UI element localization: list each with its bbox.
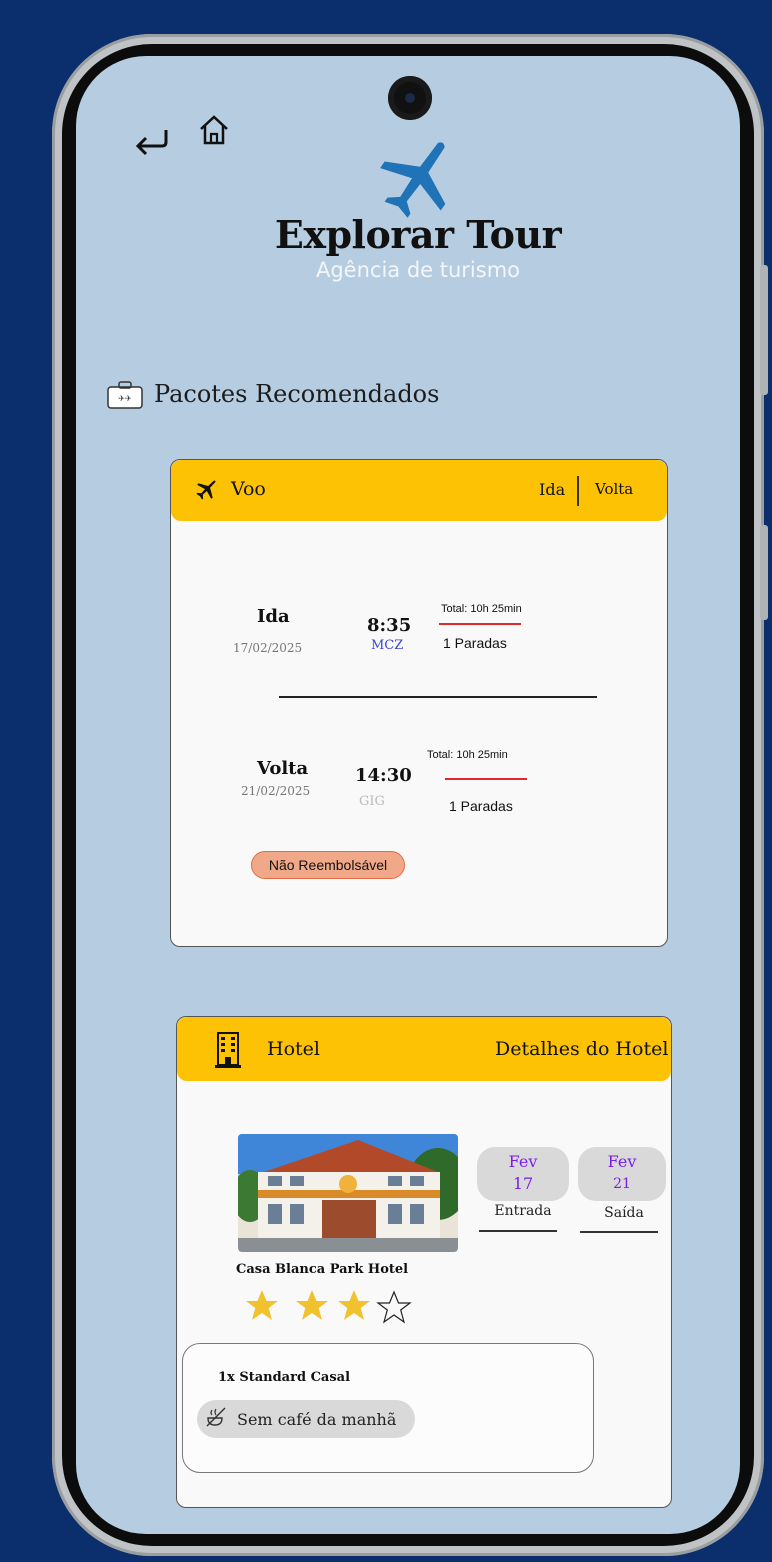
tab-ida[interactable]: Ida <box>539 480 565 499</box>
room-type: 1x Standard Casal <box>218 1370 351 1385</box>
flight-card: Voo Ida Volta Ida 17/02/2025 8:35 MCZ To… <box>170 459 668 947</box>
outbound-time: 8:35 <box>367 615 412 636</box>
home-icon[interactable] <box>194 112 234 148</box>
return-arrow-icon[interactable] <box>130 124 174 160</box>
front-camera <box>388 76 432 120</box>
refund-badge: Não Reembolsável <box>251 851 405 879</box>
no-breakfast-icon <box>205 1406 227 1432</box>
inbound-duration-line <box>445 778 527 780</box>
checkin-caption: Entrada <box>494 1203 552 1219</box>
hotel-header-label: Hotel <box>267 1038 320 1060</box>
outbound-airport: MCZ <box>371 638 404 653</box>
section-title: Pacotes Recomendados <box>154 380 440 408</box>
tab-divider <box>577 476 579 506</box>
star-filled-icon <box>296 1290 328 1320</box>
star-filled-icon <box>338 1290 370 1320</box>
checkout-date[interactable]: Fev 21 <box>578 1147 666 1201</box>
inbound-stops: 1 Paradas <box>449 798 513 814</box>
checkout-day: 21 <box>613 1176 631 1192</box>
inbound-time: 14:30 <box>355 765 412 786</box>
checkin-month: Fev <box>508 1152 538 1171</box>
building-icon <box>215 1031 241 1073</box>
hotel-card-header: Hotel Detalhes do Hotel <box>177 1017 671 1081</box>
power-button <box>760 525 768 620</box>
brand-subtitle: Agência de turismo <box>315 258 521 282</box>
hotel-rating <box>244 1288 424 1328</box>
svg-text:✈✈: ✈✈ <box>118 394 132 403</box>
volume-button <box>760 265 768 395</box>
inbound-date: 21/02/2025 <box>241 784 311 798</box>
brand-title: Explorar Tour <box>274 212 562 257</box>
outbound-stops: 1 Paradas <box>443 635 507 651</box>
outbound-date: 17/02/2025 <box>233 641 303 655</box>
inbound-airport: GIG <box>359 794 385 809</box>
checkout-month: Fev <box>607 1152 637 1171</box>
hotel-name: Casa Blanca Park Hotel <box>236 1262 409 1277</box>
airplane-icon <box>195 477 219 505</box>
checkin-underline <box>479 1230 557 1232</box>
outbound-label: Ida <box>257 606 290 627</box>
airplane-logo-icon <box>376 134 462 220</box>
luggage-icon: ✈✈ <box>106 380 146 410</box>
checkin-date[interactable]: Fev 17 <box>477 1147 569 1201</box>
hotel-photo[interactable] <box>238 1134 458 1252</box>
flight-card-header: Voo Ida Volta <box>171 460 667 521</box>
breakfast-label: Sem café da manhã <box>237 1409 397 1429</box>
checkout-underline <box>580 1231 658 1233</box>
inbound-total-duration: Total: 10h 25min <box>427 749 508 761</box>
tab-volta[interactable]: Volta <box>595 480 633 498</box>
hotel-details-link[interactable]: Detalhes do Hotel <box>495 1038 668 1060</box>
outbound-total-duration: Total: 10h 25min <box>441 603 522 615</box>
star-empty-icon <box>376 1290 412 1324</box>
star-filled-icon <box>246 1290 278 1320</box>
checkin-day: 17 <box>512 1174 534 1193</box>
outbound-duration-line <box>439 623 521 625</box>
flight-divider <box>279 696 597 698</box>
flight-header-label: Voo <box>231 478 266 500</box>
checkout-caption: Saída <box>604 1205 644 1221</box>
breakfast-pill: Sem café da manhã <box>197 1400 415 1438</box>
inbound-label: Volta <box>257 758 309 779</box>
